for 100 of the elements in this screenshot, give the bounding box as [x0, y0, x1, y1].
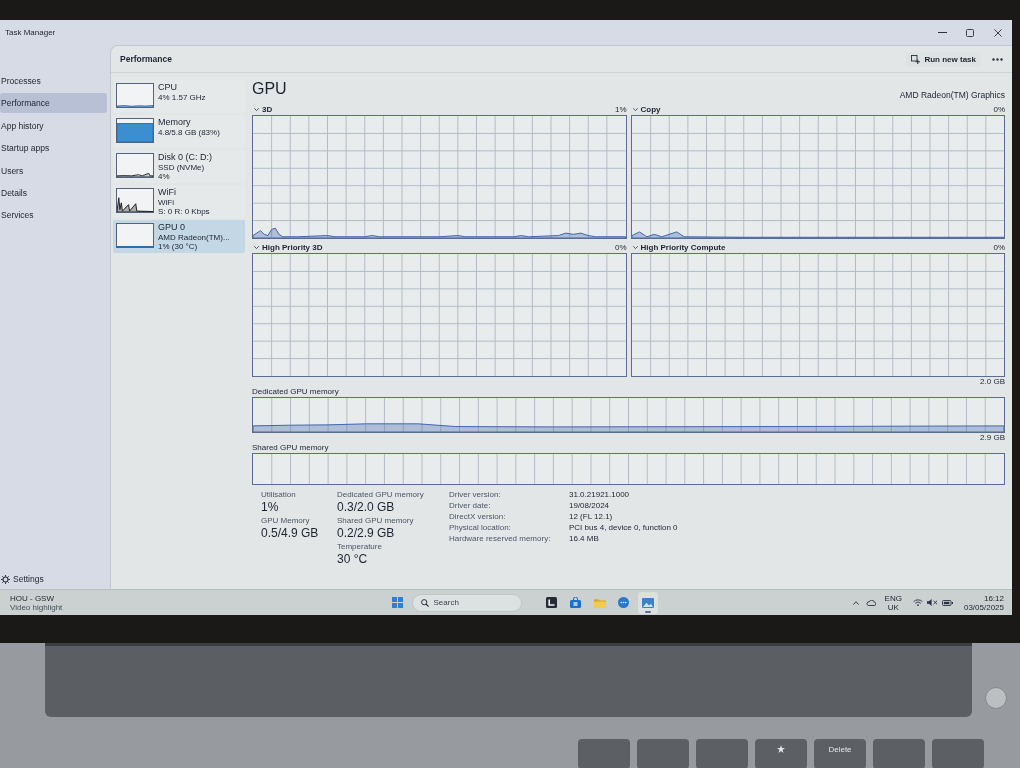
property-label: Physical location: — [449, 523, 511, 533]
nav-item[interactable]: App history — [0, 115, 107, 136]
keyboard-key — [637, 739, 689, 768]
usage-percent: 1% — [614, 104, 627, 115]
nav-item[interactable]: Details — [0, 182, 107, 203]
property-value: 31.0.21921.1000 — [569, 490, 630, 500]
device-detail: 4.8/5.8 GB (83%) — [158, 128, 220, 137]
device-name: Disk 0 (C: D:) — [158, 152, 212, 163]
nav-item[interactable]: Processes — [0, 71, 107, 91]
nav-item[interactable]: Performance — [0, 93, 107, 114]
battery-icon — [941, 599, 953, 606]
picture-icon[interactable] — [641, 597, 654, 608]
keyboard-key: Delete — [814, 739, 866, 768]
chevron-down-icon — [254, 246, 259, 249]
stat-value: 0.5/4.9 GB — [261, 526, 319, 540]
device-detail: 4% — [158, 172, 170, 181]
device-name: GPU 0 — [158, 222, 185, 233]
sparkline-drawing — [116, 118, 154, 143]
speaker-muted-icon — [926, 599, 938, 606]
property-label: Driver date: — [449, 501, 491, 511]
settings-icon — [1, 574, 10, 584]
keyboard-key — [578, 739, 630, 768]
stat-value: 1% — [261, 500, 279, 514]
usage-percent: 0% — [993, 104, 1005, 115]
property-value: 19/08/2024 — [569, 501, 610, 511]
search-icon — [420, 598, 429, 607]
more-icon — [992, 57, 1003, 61]
graph-max-label: 2.9 GB — [980, 433, 1005, 443]
chevron-up-icon[interactable] — [852, 600, 859, 605]
device-card[interactable]: WiFi WiFi S: 0 R: 0 Kbps — [113, 185, 245, 218]
cloud-icon[interactable] — [865, 599, 876, 606]
shopping-bag-icon[interactable] — [570, 597, 581, 608]
keyboard-key — [932, 739, 984, 768]
chat-bubble-icon[interactable] — [618, 597, 629, 608]
graph-label: Shared GPU memory — [252, 443, 329, 453]
device-card[interactable]: CPU 4% 1.57 GHz — [113, 80, 245, 113]
device-name: WiFi — [158, 187, 176, 198]
wifi-icon — [912, 599, 923, 606]
property-label: DirectX version: — [449, 512, 506, 522]
property-label: Driver version: — [449, 490, 501, 500]
window-plus-icon — [911, 54, 921, 64]
stat-label: Utilisation — [261, 490, 296, 500]
device-detail: 4% 1.57 GHz — [158, 93, 206, 102]
widget-subtitle: Video highlight — [10, 602, 63, 612]
device-card[interactable]: GPU 0 AMD Radeon(TM)... 1% (30 °C) — [113, 220, 245, 253]
nav-item[interactable]: Services — [0, 205, 107, 226]
power-button[interactable] — [985, 687, 1007, 709]
language-button[interactable]: ENG UK — [882, 592, 904, 613]
chevron-down-icon — [632, 246, 638, 249]
device-name: Memory — [158, 117, 191, 128]
nav-item[interactable]: Startup apps — [0, 138, 107, 159]
engine-dropdown[interactable]: High Priority 3D — [252, 242, 324, 253]
device-card[interactable]: Memory 4.8/5.8 GB (83%) — [113, 115, 245, 148]
sparkline-drawing — [116, 223, 154, 248]
sparkline-drawing — [116, 83, 154, 108]
device-card[interactable]: Disk 0 (C: D:) SSD (NVMe) 4% — [113, 150, 245, 183]
run-new-task-button[interactable]: Run new task — [906, 51, 981, 67]
keyboard-key — [873, 739, 925, 768]
device-name: CPU — [158, 82, 177, 93]
graph-max-label: 2.0 GB — [980, 377, 1005, 387]
graph-label: Dedicated GPU memory — [252, 387, 339, 397]
gpu-title: GPU — [252, 80, 287, 98]
nav-item[interactable]: Users — [0, 160, 107, 181]
stat-label: Temperature — [337, 542, 382, 552]
stat-value: 0.3/2.0 GB — [337, 500, 395, 514]
device-detail: 1% (30 °C) — [158, 242, 198, 251]
close-icon — [994, 28, 1002, 37]
property-label: Hardware reserved memory: — [449, 534, 551, 544]
clock-button[interactable]: 16:12 03/05/2025 — [961, 592, 1006, 613]
sparkline-drawing — [116, 153, 154, 178]
window-title: Task Manager — [5, 28, 56, 37]
star-icon — [777, 745, 785, 753]
device-detail: SSD (NVMe) — [158, 163, 205, 172]
stat-label: Dedicated GPU memory — [337, 490, 424, 500]
minimize-icon — [937, 32, 947, 33]
chevron-down-icon — [254, 108, 259, 111]
engine-dropdown[interactable]: High Priority Compute — [630, 242, 727, 253]
chevron-down-icon — [632, 108, 638, 111]
property-value: 16.4 MB — [569, 534, 599, 544]
device-detail: WiFi — [158, 198, 174, 207]
property-value: 12 (FL 12.1) — [569, 512, 613, 522]
search-field[interactable]: Search — [411, 593, 522, 612]
device-detail: S: 0 R: 0 Kbps — [158, 207, 210, 216]
settings-button[interactable]: Settings — [0, 571, 47, 587]
four-squares-icon — [391, 597, 403, 608]
widget-title: HOU - GSW — [10, 593, 54, 603]
page-title: Performance — [120, 54, 172, 64]
engine-dropdown[interactable]: 3D — [252, 104, 274, 115]
stat-label: GPU Memory — [261, 516, 310, 526]
device-detail: AMD Radeon(TM)... — [158, 233, 230, 242]
dark-tile-icon[interactable] — [546, 597, 557, 608]
stat-label: Shared GPU memory — [337, 516, 414, 526]
usage-percent: 0% — [993, 242, 1005, 253]
stat-value: 0.2/2.9 GB — [337, 526, 395, 540]
property-value: PCI bus 4, device 0, function 0 — [569, 523, 678, 533]
gpu-model-name: AMD Radeon(TM) Graphics — [899, 90, 1005, 100]
keyboard-key — [696, 739, 748, 768]
sparkline-drawing — [116, 188, 154, 213]
usage-percent: 0% — [614, 242, 627, 253]
engine-dropdown[interactable]: Copy — [630, 104, 662, 115]
